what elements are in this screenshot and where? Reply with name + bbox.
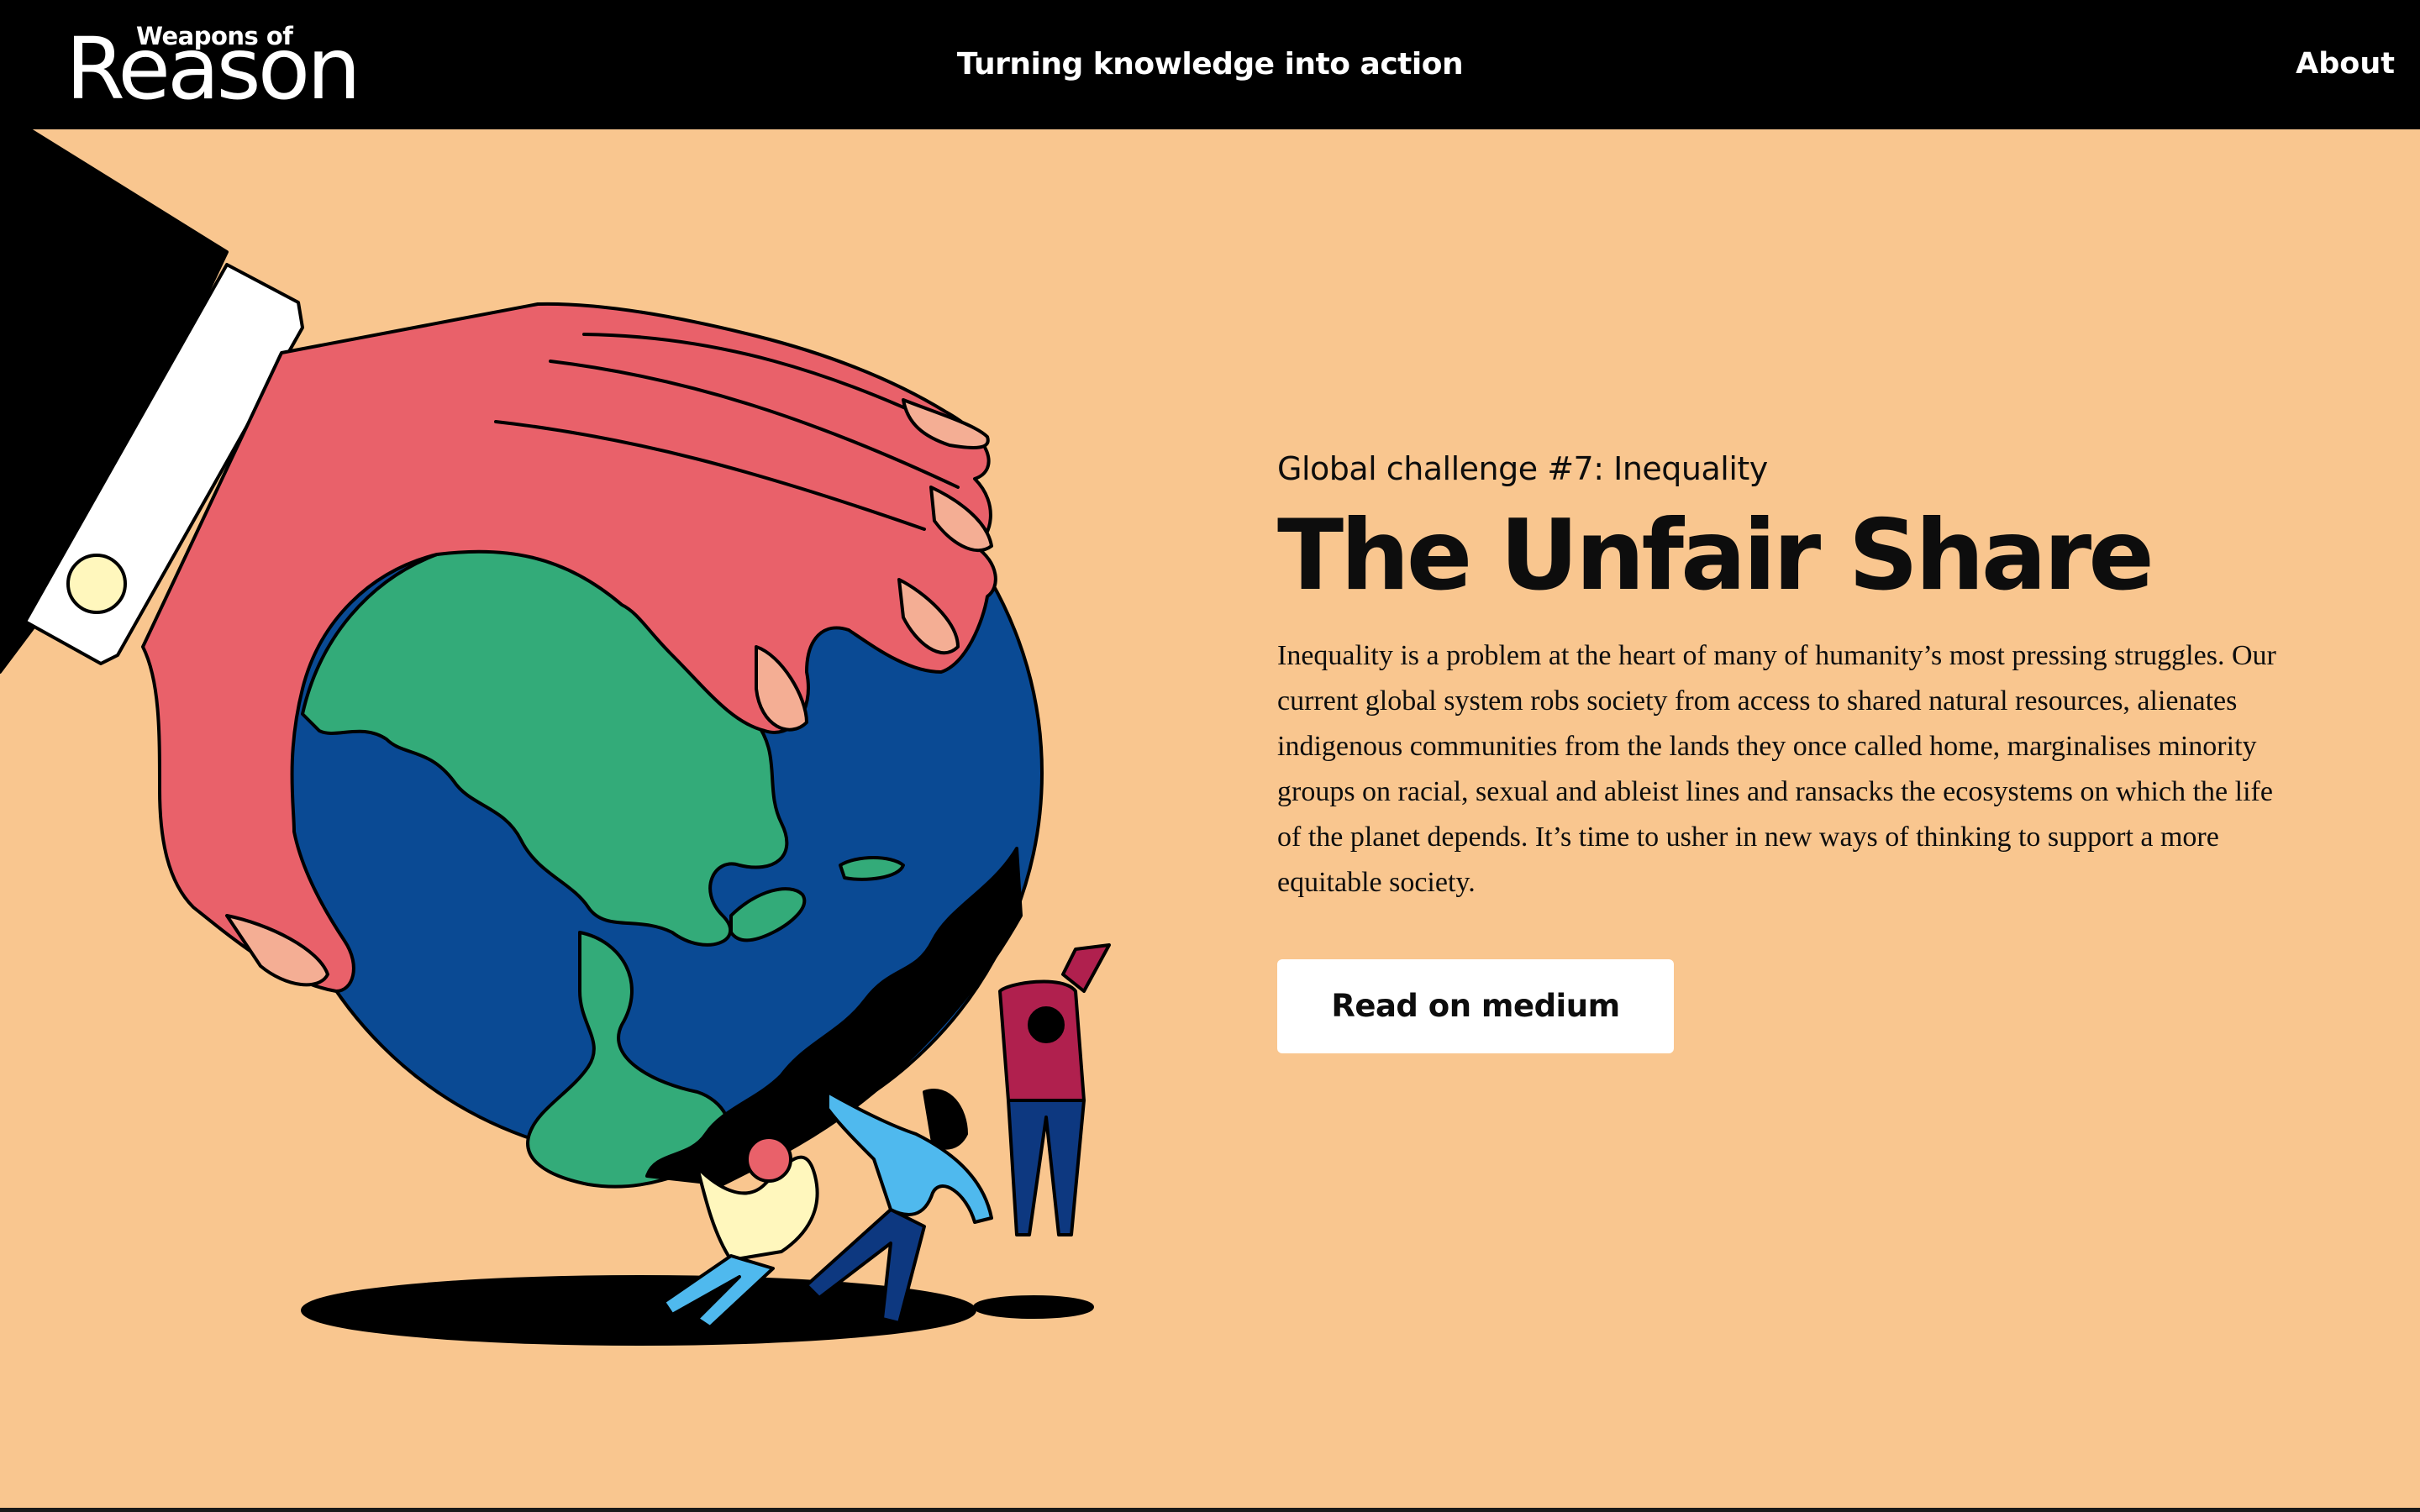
- person-hanging-arm: [1061, 943, 1111, 993]
- challenge-label: Global challenge #7: Inequality: [1277, 450, 1768, 487]
- ground-shadow-small: [973, 1295, 1094, 1319]
- hero-description: Inequality is a problem at the heart of …: [1277, 639, 2276, 898]
- person-blue-torso: [826, 1090, 993, 1224]
- person-hanging-legs: [1007, 1099, 1086, 1236]
- top-navigation-bar: Weapons of Reason Turning knowledge into…: [0, 0, 2420, 129]
- read-on-medium-button[interactable]: Read on medium: [1277, 958, 1674, 1053]
- hero-content: Global challenge #7: Inequality The Unfa…: [1277, 450, 2302, 1053]
- about-link[interactable]: About: [2296, 47, 2395, 81]
- person-hanging-head: [1028, 1006, 1065, 1043]
- person-yellow-head: [745, 1136, 792, 1183]
- person-blue-hair: [923, 1089, 968, 1150]
- cufflink: [66, 554, 127, 614]
- page-divider: [0, 1508, 2420, 1512]
- page-title: The Unfair Share: [1277, 499, 2154, 612]
- site-tagline: Turning knowledge into action: [956, 47, 1464, 81]
- ground-shadow: [301, 1275, 976, 1346]
- globe-hand-illustration: [0, 129, 1111, 1346]
